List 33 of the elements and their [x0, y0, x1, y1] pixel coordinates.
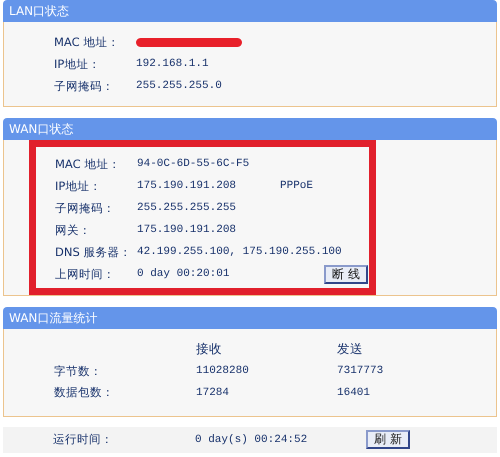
connection-type: PPPoE [280, 180, 314, 192]
field-label: 网关： [55, 222, 92, 238]
table-cell: 7317773 [337, 365, 384, 378]
field-value: 175.190.191.208 [137, 180, 238, 192]
field-value: 94-0C-6D-55-6C-F5 [137, 158, 250, 170]
field-label: 子网掩码： [55, 200, 116, 216]
field-label: 子网掩码： [54, 78, 115, 94]
panel-header: LAN口状态 [3, 0, 497, 22]
field-value: 175.190.191.208 [137, 224, 238, 236]
table-cell: 16401 [337, 386, 370, 399]
field-value: 0 day 00:20:01 [137, 268, 230, 280]
field-label: 字节数： [54, 364, 102, 379]
field-label: 运行时间： [53, 432, 114, 447]
field-label: DNS 服务器： [55, 244, 132, 260]
field-value: 255.255.255.255 [137, 202, 238, 214]
table-cell: 11028280 [196, 365, 249, 378]
field-value: 192.168.1.1 [136, 58, 210, 70]
field-label: MAC 地址： [55, 156, 122, 172]
field-value: 0 day(s) 00:24:52 [195, 434, 308, 446]
field-label: IP地址： [55, 178, 102, 194]
panel-header: WAN口流量统计 [3, 307, 497, 329]
column-header: 发送 [337, 341, 363, 358]
disconnect-button[interactable]: 断 线 [324, 264, 368, 284]
field-value: 255.255.255.0 [136, 80, 223, 92]
column-header: 接收 [196, 341, 222, 358]
refresh-button[interactable]: 刷 新 [366, 430, 410, 449]
field-value: 42.199.255.100, 175.190.255.100 [137, 246, 342, 258]
table-cell: 17284 [196, 386, 230, 399]
field-label: 数据包数： [54, 385, 114, 400]
panel-header: WAN口状态 [3, 118, 497, 140]
field-label: 上网时间： [55, 266, 116, 282]
field-label: MAC 地址： [54, 34, 120, 50]
field-label: IP地址： [54, 56, 102, 72]
